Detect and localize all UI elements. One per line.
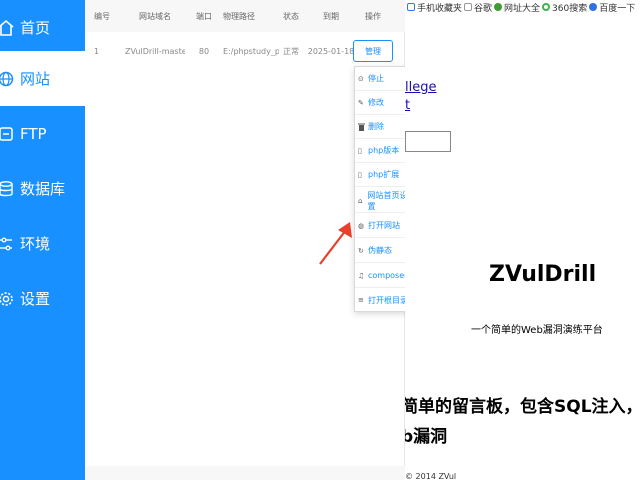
browser-panel: 手机收藏夹 谷歌 网址大全 360搜索 百度一下 llege t ZVulDri…: [405, 0, 640, 480]
menu-item-label: php版本: [368, 146, 400, 155]
cell-expire: 2025-01-18: [307, 46, 355, 56]
table-header: 编号 网站域名 端口 物理路径 状态 到期 操作: [85, 0, 405, 32]
page-footer-copyright: © 2014 ZVul: [405, 472, 457, 480]
sidebar-item-label: 环境: [20, 235, 51, 253]
file-icon: ▯: [358, 146, 362, 155]
bookmark-label: 网址大全: [504, 3, 541, 14]
list-icon: ≡: [358, 296, 364, 304]
menu-item-label: 修改: [368, 98, 384, 107]
cell-status: 正常: [283, 46, 299, 56]
cell-domain: ZVulDrill-master: [125, 46, 185, 56]
cell-id: 1: [94, 46, 100, 56]
column-header-status: 状态: [283, 11, 299, 21]
manage-context-menu: ⊙ 停止 ✎ 修改 删除 ▯ php版本 ▯ php扩展 ⌂ 网站首页设置 ◍ …: [354, 66, 413, 312]
sidebar-item-home[interactable]: 首页: [0, 0, 85, 55]
sidebar-item-label: FTP: [20, 124, 47, 143]
cell-path: E:/phpstudy_pr...: [223, 46, 279, 56]
bookmark-mobile[interactable]: 手机收藏夹: [407, 1, 462, 14]
column-header-domain: 网站域名: [139, 11, 171, 21]
sidebar-item-environment[interactable]: 环境: [0, 216, 85, 271]
column-header-port: 端口: [196, 11, 212, 21]
paw-icon: [589, 3, 598, 11]
search-icon: [542, 3, 551, 11]
cell-port: 80: [198, 46, 210, 56]
globe-icon: [0, 68, 14, 90]
ftp-icon: [0, 123, 14, 145]
column-header-expire: 到期: [323, 11, 339, 21]
menu-item-label: 打开根目录: [368, 295, 408, 305]
column-header-id: 编号: [94, 11, 110, 21]
sidebar-item-label: 设置: [20, 290, 51, 308]
page-subtitle: 一个简单的Web漏洞演练平台: [471, 325, 603, 336]
mobile-icon: [407, 3, 415, 11]
sidebar-item-label: 网站: [20, 70, 51, 88]
panel-footer: [85, 466, 405, 480]
bookmark-label: 360搜索: [552, 3, 588, 14]
sidebar: 首页 网站 FTP 数据库 环境 设置: [0, 0, 85, 480]
refresh-icon: ↻: [358, 246, 364, 255]
page-link-college[interactable]: llege: [405, 80, 436, 95]
manage-button[interactable]: 管理: [353, 40, 393, 62]
sidebar-item-website[interactable]: 网站: [0, 51, 85, 106]
sidebar-item-label: 数据库: [20, 180, 66, 198]
search-input[interactable]: [405, 131, 451, 152]
sidebar-item-label: 首页: [20, 19, 51, 37]
sidebar-item-database[interactable]: 数据库: [0, 161, 85, 216]
menu-item-label: 删除: [368, 122, 384, 131]
menu-item-label: php扩展: [368, 170, 400, 179]
column-header-path: 物理路径: [223, 11, 255, 21]
page-icon: [464, 3, 473, 11]
pencil-icon: ✎: [358, 98, 364, 107]
column-header-action: 操作: [365, 11, 381, 21]
sidebar-item-settings[interactable]: 设置: [0, 271, 85, 326]
sidebar-item-ftp[interactable]: FTP: [0, 106, 85, 161]
bookmark-label: 百度一下: [599, 3, 636, 14]
page-title: ZVulDrill: [489, 262, 597, 287]
sliders-icon: [0, 233, 14, 255]
bookmark-label: 谷歌: [474, 3, 493, 14]
home-icon: [0, 17, 14, 39]
bookmark-baidu[interactable]: 百度一下: [589, 1, 635, 14]
bookmark-360[interactable]: 360搜索: [542, 1, 587, 14]
composer-icon: ♫: [358, 271, 365, 280]
star-icon: [494, 3, 503, 11]
file-icon: ▯: [358, 170, 362, 179]
bookmarks-bar: 手机收藏夹 谷歌 网址大全 360搜索 百度一下: [405, 0, 640, 14]
page-link-secondary[interactable]: t: [405, 98, 410, 113]
stop-icon: ⊙: [358, 74, 364, 83]
globe-icon: ◍: [358, 221, 365, 230]
page-description: 简单的留言板，包含SQL注入，XSS，CSRF: [405, 397, 640, 417]
bookmark-label: 手机收藏夹: [417, 3, 463, 14]
bookmark-google[interactable]: 谷歌: [464, 1, 492, 14]
home-icon: ⌂: [358, 196, 363, 205]
bookmark-hao[interactable]: 网址大全: [494, 1, 540, 14]
red-arrow-annotation: [319, 222, 352, 265]
menu-item-label: 停止: [368, 74, 384, 83]
table-row[interactable]: 1 ZVulDrill-master 80 E:/phpstudy_pr... …: [85, 36, 405, 66]
menu-item-label: 打开网站: [368, 221, 400, 230]
page-description-continued: b漏洞: [405, 427, 448, 447]
menu-item-label: 伪静态: [368, 246, 392, 255]
trash-icon: [358, 123, 368, 131]
database-icon: [0, 178, 14, 200]
menu-item-label: composer: [368, 271, 408, 280]
gear-icon: [0, 288, 14, 310]
